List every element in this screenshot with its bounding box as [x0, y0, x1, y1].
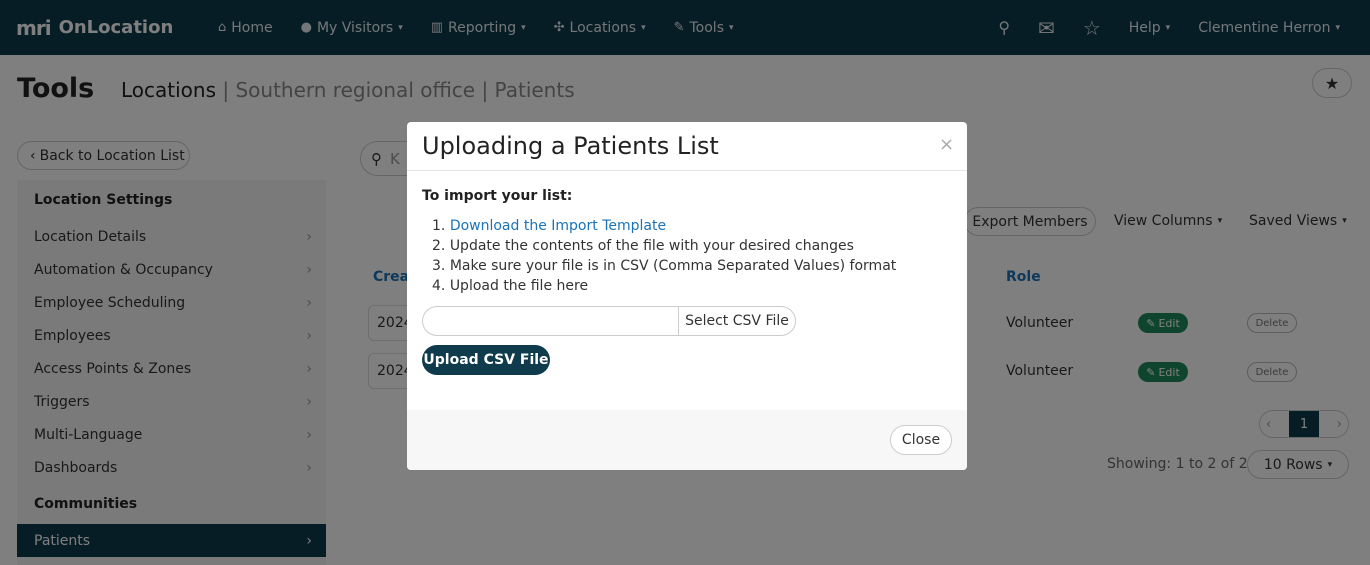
csv-file-input[interactable] [422, 306, 678, 336]
select-csv-file-button[interactable]: Select CSV File [678, 306, 796, 336]
download-template-link[interactable]: Download the Import Template [450, 218, 666, 234]
modal-footer [407, 410, 967, 470]
step-4-text: Upload the file here [449, 278, 589, 294]
import-instructions-label: To import your list: [422, 188, 573, 204]
step-2-text: Update the contents of the file with you… [449, 238, 854, 254]
step-4: 4. Upload the file here [432, 278, 589, 294]
modal-divider [407, 170, 967, 171]
upload-csv-file-button[interactable]: Upload CSV File [422, 345, 550, 375]
import-steps: 1. Download the Import Template 2. Updat… [432, 216, 896, 296]
step-2: 2. Update the contents of the file with … [432, 238, 854, 254]
close-button[interactable]: Close [890, 425, 952, 455]
upload-patients-modal: Uploading a Patients List × To import yo… [407, 122, 967, 470]
step-1: 1. Download the Import Template [432, 218, 667, 234]
close-icon[interactable]: × [939, 134, 954, 155]
modal-title: Uploading a Patients List [422, 132, 719, 160]
step-3: 3. Make sure your file is in CSV (Comma … [432, 258, 897, 274]
step-3-text: Make sure your file is in CSV (Comma Sep… [449, 258, 897, 274]
